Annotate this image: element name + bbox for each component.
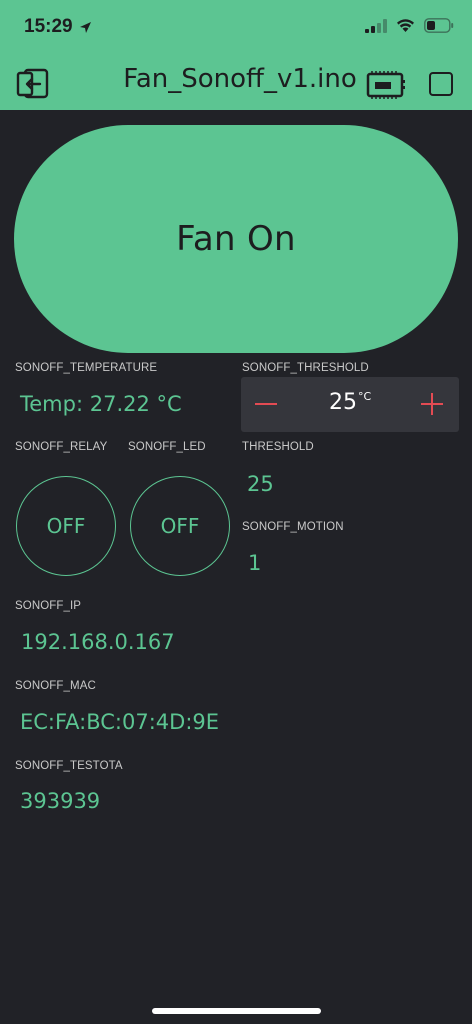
temperature-value: Temp: 27.22 °C	[20, 392, 182, 416]
device-status-button[interactable]	[366, 70, 406, 100]
mac-label: SONOFF_MAC	[15, 680, 96, 692]
testota-label: SONOFF_TESTOTA	[15, 760, 123, 772]
threshold-stepper-label: SONOFF_THRESHOLD	[242, 362, 369, 374]
testota-value: 393939	[20, 789, 101, 813]
threshold-value: 25	[247, 472, 274, 496]
exit-icon	[16, 68, 49, 99]
status-time-text: 15:29	[24, 16, 73, 37]
project-title: Fan_Sonoff_v1.ino	[123, 64, 357, 94]
stepper-value-number: 25	[329, 390, 357, 415]
fan-on-button-label: Fan On	[176, 219, 296, 259]
relay-toggle-button[interactable]: OFF	[16, 476, 116, 576]
mac-value: EC:FA:BC:07:4D:9E	[20, 710, 220, 734]
relay-label: SONOFF_RELAY	[15, 441, 108, 453]
fan-on-button[interactable]: Fan On	[14, 125, 458, 353]
stepper-minus-button[interactable]	[255, 403, 277, 405]
plus-icon-vertical	[431, 393, 433, 415]
device-board-icon	[366, 71, 405, 99]
stepper-value-unit: °C	[358, 390, 372, 403]
threshold-label: THRESHOLD	[242, 441, 314, 453]
app-header: 15:29 Fan_Sonoff_v1.ino	[0, 0, 472, 110]
status-bar-time: 15:29	[24, 16, 92, 38]
stop-button[interactable]	[429, 72, 453, 96]
exit-project-button[interactable]	[16, 68, 50, 100]
ip-label: SONOFF_IP	[15, 600, 82, 612]
threshold-stepper: 25°C	[241, 377, 459, 432]
led-label: SONOFF_LED	[128, 441, 206, 453]
relay-state-text: OFF	[46, 514, 86, 538]
led-toggle-button[interactable]: OFF	[130, 476, 230, 576]
cellular-signal-icon	[365, 18, 387, 33]
home-indicator[interactable]	[152, 1008, 321, 1014]
led-state-text: OFF	[160, 514, 200, 538]
motion-value: 1	[248, 551, 262, 575]
wifi-icon	[397, 18, 414, 32]
location-arrow-icon	[79, 21, 91, 33]
motion-label: SONOFF_MOTION	[242, 521, 344, 533]
battery-icon	[424, 18, 454, 33]
ip-value: 192.168.0.167	[21, 630, 175, 654]
stepper-value: 25°C	[329, 390, 371, 415]
status-bar-icons	[365, 18, 454, 33]
temperature-label: SONOFF_TEMPERATURE	[15, 362, 158, 374]
